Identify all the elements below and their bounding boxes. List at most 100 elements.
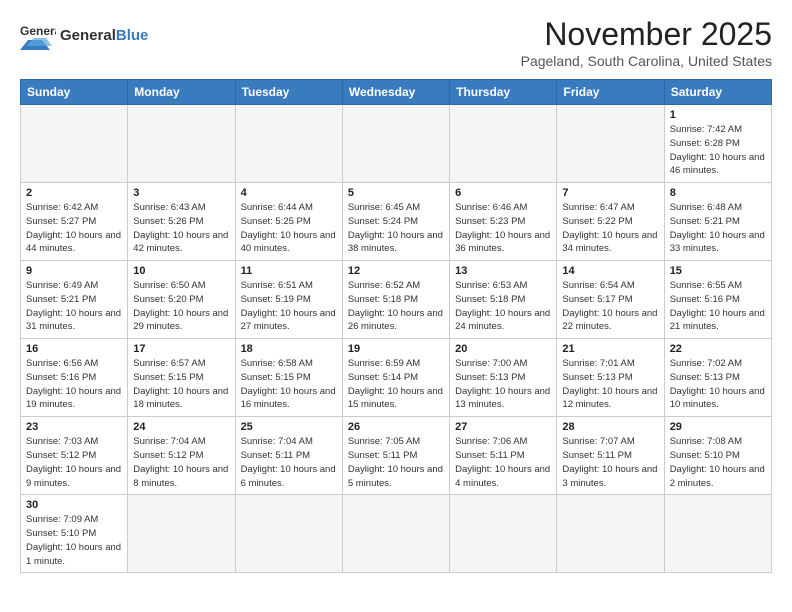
day-info: Sunrise: 6:48 AM Sunset: 5:21 PM Dayligh… [670,201,766,256]
calendar-cell: 1Sunrise: 7:42 AM Sunset: 6:28 PM Daylig… [664,105,771,183]
calendar-cell: 4 Sunrise: 6:44 AM Sunset: 5:25 PM Daylig… [235,183,342,261]
day-info: Sunrise: 6:43 AM Sunset: 5:26 PM Dayligh… [133,201,229,256]
calendar-cell [128,105,235,183]
calendar-cell [342,105,449,183]
weekday-header-friday: Friday [557,80,664,105]
calendar-cell [557,495,664,573]
calendar-cell: 30Sunrise: 7:09 AM Sunset: 5:10 PM Dayli… [21,495,128,573]
day-number: 12 [348,265,444,277]
header: General GeneralBlue November 2025 Pagela… [20,16,772,69]
calendar-cell [450,105,557,183]
calendar-cell: 5Sunrise: 6:45 AM Sunset: 5:24 PM Daylig… [342,183,449,261]
day-number: 3 [133,187,229,199]
logo: General GeneralBlue [20,22,148,50]
day-info: Sunrise: 7:07 AM Sunset: 5:11 PM Dayligh… [562,435,658,490]
calendar-cell: 22Sunrise: 7:02 AM Sunset: 5:13 PM Dayli… [664,339,771,417]
weekday-header-monday: Monday [128,80,235,105]
calendar-cell [664,495,771,573]
day-info: Sunrise: 7:08 AM Sunset: 5:10 PM Dayligh… [670,435,766,490]
day-info: Sunrise: 7:04 AM Sunset: 5:12 PM Dayligh… [133,435,229,490]
day-info: Sunrise: 6:58 AM Sunset: 5:15 PM Dayligh… [241,357,337,412]
day-info: Sunrise: 6:59 AM Sunset: 5:14 PM Dayligh… [348,357,444,412]
day-number: 5 [348,187,444,199]
weekday-header-tuesday: Tuesday [235,80,342,105]
day-number: 10 [133,265,229,277]
day-info: Sunrise: 6:56 AM Sunset: 5:16 PM Dayligh… [26,357,122,412]
day-number: 19 [348,343,444,355]
day-info: Sunrise: 7:00 AM Sunset: 5:13 PM Dayligh… [455,357,551,412]
day-number: 15 [670,265,766,277]
calendar-cell [450,495,557,573]
day-number: 27 [455,421,551,433]
calendar-cell: 27 Sunrise: 7:06 AM Sunset: 5:11 PM Dayli… [450,417,557,495]
day-number: 4 [241,187,337,199]
calendar-cell [128,495,235,573]
calendar-week-row: 23Sunrise: 7:03 AM Sunset: 5:12 PM Dayli… [21,417,772,495]
calendar-cell: 15 Sunrise: 6:55 AM Sunset: 5:16 PM Dayli… [664,261,771,339]
day-info: Sunrise: 7:03 AM Sunset: 5:12 PM Dayligh… [26,435,122,490]
calendar-cell: 2 Sunrise: 6:42 AM Sunset: 5:27 PM Daylig… [21,183,128,261]
day-info: Sunrise: 7:42 AM Sunset: 6:28 PM Dayligh… [670,123,766,178]
calendar-cell [21,105,128,183]
day-number: 25 [241,421,337,433]
day-number: 24 [133,421,229,433]
month-title: November 2025 [521,16,772,53]
calendar-cell: 8 Sunrise: 6:48 AM Sunset: 5:21 PM Daylig… [664,183,771,261]
day-number: 2 [26,187,122,199]
day-info: Sunrise: 6:42 AM Sunset: 5:27 PM Dayligh… [26,201,122,256]
calendar-cell: 21Sunrise: 7:01 AM Sunset: 5:13 PM Dayli… [557,339,664,417]
calendar-cell: 23Sunrise: 7:03 AM Sunset: 5:12 PM Dayli… [21,417,128,495]
weekday-header-saturday: Saturday [664,80,771,105]
title-block: November 2025 Pageland, South Carolina, … [521,16,772,69]
calendar-table: SundayMondayTuesdayWednesdayThursdayFrid… [20,79,772,573]
calendar-cell [557,105,664,183]
day-number: 17 [133,343,229,355]
day-info: Sunrise: 6:49 AM Sunset: 5:21 PM Dayligh… [26,279,122,334]
calendar-cell: 29Sunrise: 7:08 AM Sunset: 5:10 PM Dayli… [664,417,771,495]
day-info: Sunrise: 7:06 AM Sunset: 5:11 PM Dayligh… [455,435,551,490]
calendar-week-row: 30Sunrise: 7:09 AM Sunset: 5:10 PM Dayli… [21,495,772,573]
day-number: 8 [670,187,766,199]
calendar-cell: 26Sunrise: 7:05 AM Sunset: 5:11 PM Dayli… [342,417,449,495]
day-number: 13 [455,265,551,277]
day-number: 21 [562,343,658,355]
calendar-cell: 28 Sunrise: 7:07 AM Sunset: 5:11 PM Dayli… [557,417,664,495]
generalblue-logo-icon: General [20,22,56,50]
day-number: 14 [562,265,658,277]
weekday-header-thursday: Thursday [450,80,557,105]
weekday-header-row: SundayMondayTuesdayWednesdayThursdayFrid… [21,80,772,105]
calendar-week-row: 2 Sunrise: 6:42 AM Sunset: 5:27 PM Daylig… [21,183,772,261]
day-info: Sunrise: 6:57 AM Sunset: 5:15 PM Dayligh… [133,357,229,412]
calendar-cell: 19 Sunrise: 6:59 AM Sunset: 5:14 PM Dayli… [342,339,449,417]
day-info: Sunrise: 6:51 AM Sunset: 5:19 PM Dayligh… [241,279,337,334]
day-info: Sunrise: 6:52 AM Sunset: 5:18 PM Dayligh… [348,279,444,334]
calendar-cell: 14 Sunrise: 6:54 AM Sunset: 5:17 PM Dayli… [557,261,664,339]
day-number: 30 [26,499,122,511]
day-info: Sunrise: 6:54 AM Sunset: 5:17 PM Dayligh… [562,279,658,334]
day-number: 18 [241,343,337,355]
calendar-cell: 18 Sunrise: 6:58 AM Sunset: 5:15 PM Dayli… [235,339,342,417]
day-info: Sunrise: 6:44 AM Sunset: 5:25 PM Dayligh… [241,201,337,256]
day-info: Sunrise: 6:47 AM Sunset: 5:22 PM Dayligh… [562,201,658,256]
calendar-cell: 11Sunrise: 6:51 AM Sunset: 5:19 PM Dayli… [235,261,342,339]
calendar-week-row: 1Sunrise: 7:42 AM Sunset: 6:28 PM Daylig… [21,105,772,183]
day-number: 6 [455,187,551,199]
day-info: Sunrise: 7:05 AM Sunset: 5:11 PM Dayligh… [348,435,444,490]
calendar-cell: 10Sunrise: 6:50 AM Sunset: 5:20 PM Dayli… [128,261,235,339]
calendar-cell: 6Sunrise: 6:46 AM Sunset: 5:23 PM Daylig… [450,183,557,261]
calendar-cell: 25 Sunrise: 7:04 AM Sunset: 5:11 PM Dayli… [235,417,342,495]
weekday-header-wednesday: Wednesday [342,80,449,105]
day-info: Sunrise: 6:55 AM Sunset: 5:16 PM Dayligh… [670,279,766,334]
calendar-week-row: 16 Sunrise: 6:56 AM Sunset: 5:16 PM Dayli… [21,339,772,417]
day-info: Sunrise: 7:04 AM Sunset: 5:11 PM Dayligh… [241,435,337,490]
calendar-cell: 24 Sunrise: 7:04 AM Sunset: 5:12 PM Dayli… [128,417,235,495]
day-number: 22 [670,343,766,355]
calendar-cell: 17 Sunrise: 6:57 AM Sunset: 5:15 PM Dayli… [128,339,235,417]
day-number: 28 [562,421,658,433]
day-number: 16 [26,343,122,355]
calendar-cell: 7Sunrise: 6:47 AM Sunset: 5:22 PM Daylig… [557,183,664,261]
calendar-cell: 13Sunrise: 6:53 AM Sunset: 5:18 PM Dayli… [450,261,557,339]
calendar-cell [235,495,342,573]
calendar-cell: 16 Sunrise: 6:56 AM Sunset: 5:16 PM Dayli… [21,339,128,417]
calendar-cell [342,495,449,573]
